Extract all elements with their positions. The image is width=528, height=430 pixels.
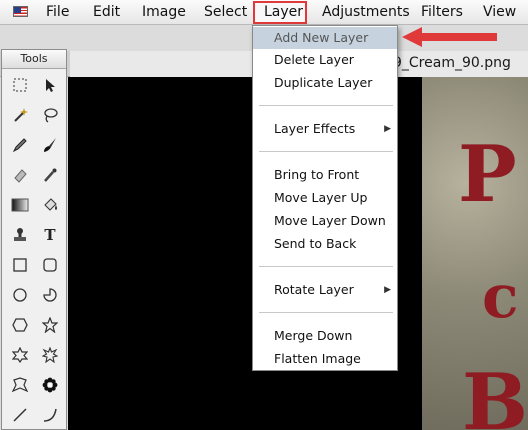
- move-arrow-icon[interactable]: [36, 74, 64, 96]
- burst-icon[interactable]: [36, 344, 64, 366]
- menu-file[interactable]: File: [46, 0, 69, 25]
- menu-separator: [259, 151, 393, 152]
- menu-item-add-new-layer[interactable]: Add New Layer: [253, 27, 397, 49]
- ribbon-star-icon[interactable]: [6, 374, 34, 396]
- magic-wand-icon[interactable]: [6, 104, 34, 126]
- flower-icon[interactable]: [36, 374, 64, 396]
- submenu-arrow-icon: ▶: [384, 285, 391, 295]
- menu-item-bring-to-front[interactable]: Bring to Front: [253, 164, 397, 186]
- menu-separator: [259, 266, 393, 267]
- ellipse-icon[interactable]: [6, 284, 34, 306]
- menu-view[interactable]: View: [483, 0, 516, 25]
- clone-stamp-icon[interactable]: [6, 224, 34, 246]
- star-icon[interactable]: [36, 314, 64, 336]
- menu-item-label: Layer Effects: [274, 121, 356, 136]
- menu-item-label: Rotate Layer: [274, 282, 354, 297]
- rounded-rectangle-icon[interactable]: [36, 254, 64, 276]
- image-glyph: P: [458, 129, 517, 220]
- rectangle-icon[interactable]: [6, 254, 34, 276]
- pie-icon[interactable]: [36, 284, 64, 306]
- curve-icon[interactable]: [36, 404, 64, 426]
- layer-menu-dropdown: Add New Layer Delete Layer Duplicate Lay…: [252, 25, 398, 371]
- menu-item-flatten-image[interactable]: Flatten Image: [253, 348, 397, 370]
- image-glyph: B: [462, 357, 528, 430]
- app-flag-icon[interactable]: [13, 6, 28, 17]
- menu-item-send-to-back[interactable]: Send to Back: [253, 233, 397, 255]
- document-image: P c B: [422, 77, 528, 430]
- menu-item-layer-effects[interactable]: Layer Effects ▶: [253, 118, 397, 140]
- eraser-icon[interactable]: [6, 164, 34, 186]
- color-picker-icon[interactable]: [36, 164, 64, 186]
- menu-item-merge-down[interactable]: Merge Down: [253, 325, 397, 347]
- tools-panel: Tools T: [1, 49, 67, 430]
- image-glyph: c: [482, 262, 519, 332]
- menu-separator: [259, 105, 393, 106]
- menu-item-duplicate-layer[interactable]: Duplicate Layer: [253, 72, 397, 94]
- annotation-arrow-icon: [402, 27, 497, 47]
- tools-panel-title: Tools: [2, 50, 66, 69]
- brush-icon[interactable]: [36, 134, 64, 156]
- menu-bar: File Edit Image Select Layer Adjustments…: [0, 0, 528, 25]
- menu-adjustments[interactable]: Adjustments: [322, 0, 410, 25]
- document-tab-title: 9_Cream_90.png: [393, 55, 511, 71]
- submenu-arrow-icon: ▶: [384, 124, 391, 134]
- menu-filters[interactable]: Filters: [421, 0, 463, 25]
- menu-image[interactable]: Image: [142, 0, 186, 25]
- hexagon-icon[interactable]: [6, 314, 34, 336]
- menu-layer[interactable]: Layer: [264, 0, 303, 25]
- menu-item-delete-layer[interactable]: Delete Layer: [253, 49, 397, 71]
- pencil-icon[interactable]: [6, 134, 34, 156]
- six-point-star-icon[interactable]: [6, 344, 34, 366]
- rectangle-select-icon[interactable]: [6, 74, 34, 96]
- menu-separator: [259, 312, 393, 313]
- menu-edit[interactable]: Edit: [93, 0, 120, 25]
- text-icon[interactable]: T: [36, 224, 64, 246]
- menu-item-move-layer-up[interactable]: Move Layer Up: [253, 187, 397, 209]
- menu-select[interactable]: Select: [204, 0, 247, 25]
- gradient-icon[interactable]: [6, 194, 34, 216]
- menu-item-move-layer-down[interactable]: Move Layer Down: [253, 210, 397, 232]
- paint-bucket-icon[interactable]: [36, 194, 64, 216]
- line-icon[interactable]: [6, 404, 34, 426]
- lasso-icon[interactable]: [36, 104, 64, 126]
- menu-item-rotate-layer[interactable]: Rotate Layer ▶: [253, 279, 397, 301]
